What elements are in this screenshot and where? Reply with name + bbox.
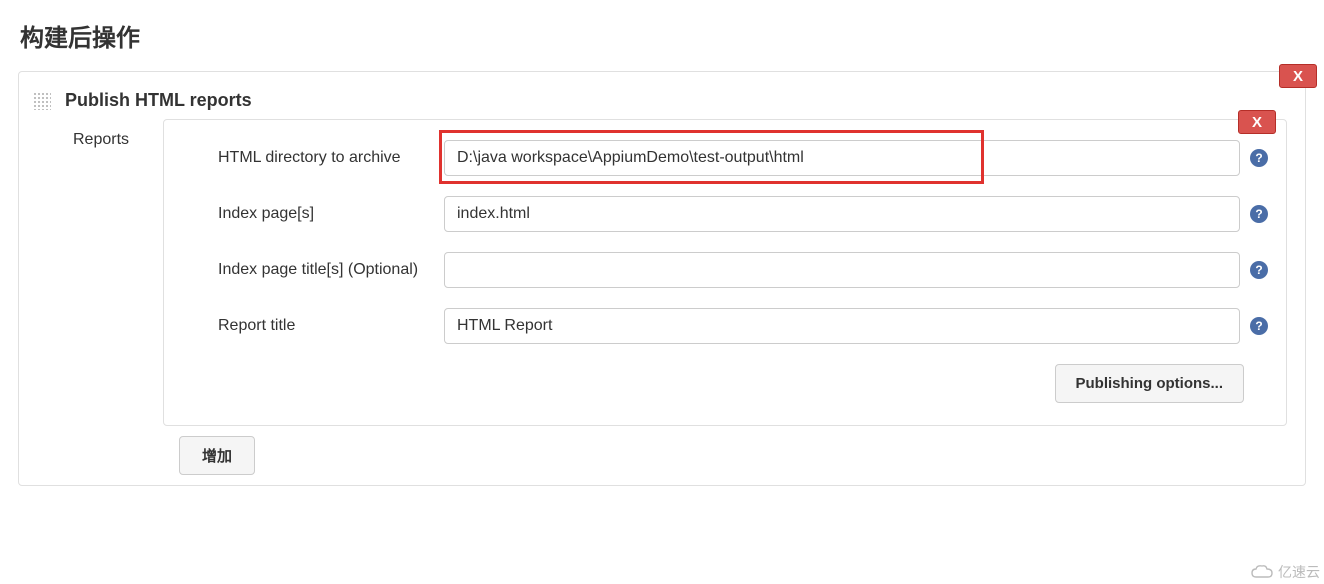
- publishing-options-row: Publishing options...: [164, 354, 1286, 403]
- reports-label: Reports: [33, 119, 163, 426]
- index-title-label: Index page title[s] (Optional): [182, 261, 444, 279]
- publisher-title: Publish HTML reports: [65, 90, 252, 111]
- add-report-row: 增加: [19, 426, 1305, 475]
- index-page-input[interactable]: [444, 196, 1240, 232]
- report-config-panel: X HTML directory to archive ? Index page…: [163, 119, 1287, 426]
- report-title-row: Report title ?: [164, 298, 1286, 354]
- watermark: 亿速云: [1250, 562, 1320, 582]
- delete-report-button[interactable]: X: [1238, 110, 1276, 134]
- publisher-header: Publish HTML reports: [19, 72, 1305, 119]
- index-title-input[interactable]: [444, 252, 1240, 288]
- index-title-row: Index page title[s] (Optional) ?: [164, 242, 1286, 298]
- help-icon[interactable]: ?: [1250, 317, 1268, 335]
- index-page-label: Index page[s]: [182, 205, 444, 223]
- publishing-options-button[interactable]: Publishing options...: [1055, 364, 1245, 403]
- add-report-button[interactable]: 增加: [179, 436, 255, 475]
- html-directory-row: HTML directory to archive ?: [164, 130, 1286, 186]
- report-title-input[interactable]: [444, 308, 1240, 344]
- publish-html-reports-panel: X Publish HTML reports Reports X HTML di…: [18, 71, 1306, 486]
- help-icon[interactable]: ?: [1250, 261, 1268, 279]
- help-icon[interactable]: ?: [1250, 205, 1268, 223]
- help-icon[interactable]: ?: [1250, 149, 1268, 167]
- html-directory-label: HTML directory to archive: [182, 149, 444, 167]
- section-heading: 构建后操作: [0, 0, 1324, 71]
- delete-publisher-button[interactable]: X: [1279, 64, 1317, 88]
- index-page-row: Index page[s] ?: [164, 186, 1286, 242]
- drag-handle-icon[interactable]: [33, 92, 51, 110]
- html-directory-input[interactable]: [444, 140, 1240, 176]
- cloud-icon: [1250, 564, 1274, 580]
- report-title-label: Report title: [182, 317, 444, 335]
- watermark-text: 亿速云: [1278, 562, 1320, 582]
